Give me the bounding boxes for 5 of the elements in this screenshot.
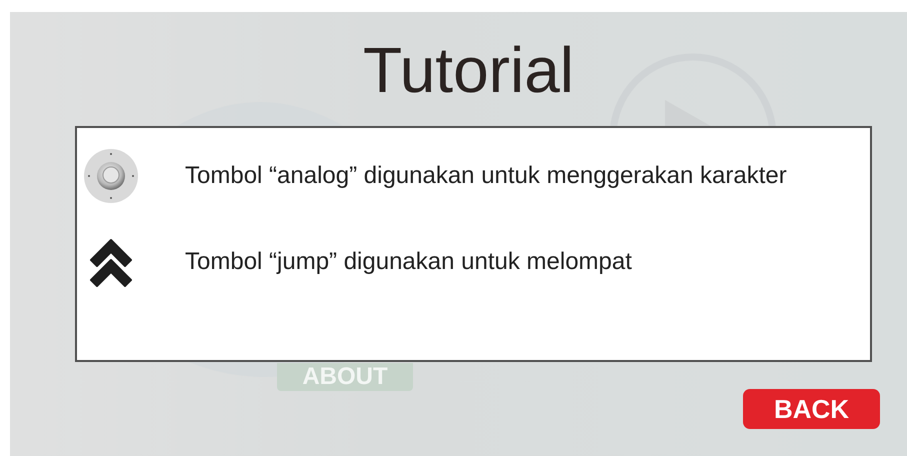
joystick-icon [83, 148, 139, 204]
page-title: Tutorial [362, 33, 576, 108]
instruction-text: Tombol “jump” digunakan untuk melompat [185, 248, 632, 276]
back-button[interactable]: BACK [743, 389, 880, 429]
instruction-text: Tombol “analog” digunakan untuk menggerakan karakter [185, 162, 787, 190]
